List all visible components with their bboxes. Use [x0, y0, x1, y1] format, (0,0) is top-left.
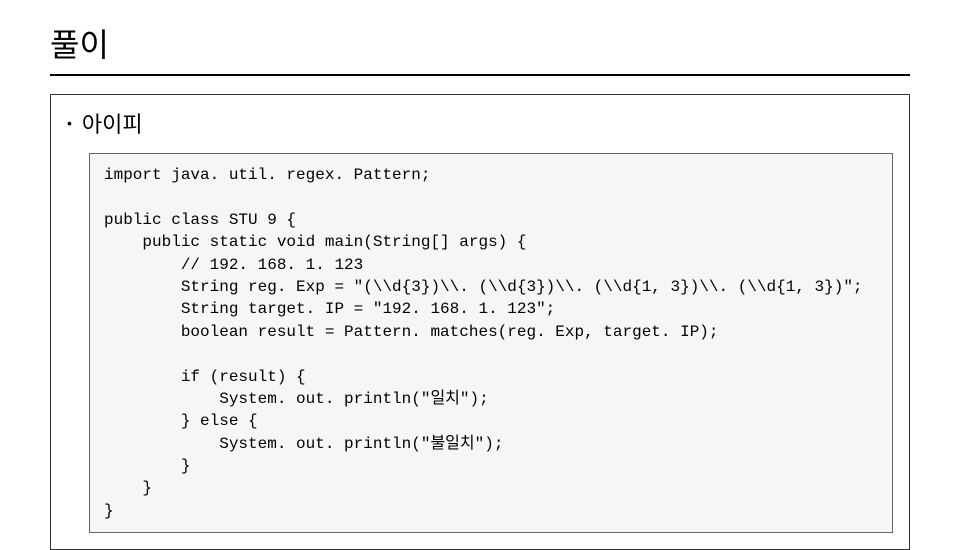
bullet-icon: • [67, 116, 72, 130]
content-box: • 아이피 import java. util. regex. Pattern;… [50, 94, 910, 550]
slide-title: 풀이 [50, 20, 910, 66]
slide-container: 풀이 • 아이피 import java. util. regex. Patte… [0, 0, 960, 540]
bullet-label: 아이피 [82, 107, 143, 139]
bullet-row: • 아이피 [67, 107, 893, 139]
code-block: import java. util. regex. Pattern; publi… [89, 153, 893, 533]
title-area: 풀이 [50, 20, 910, 76]
